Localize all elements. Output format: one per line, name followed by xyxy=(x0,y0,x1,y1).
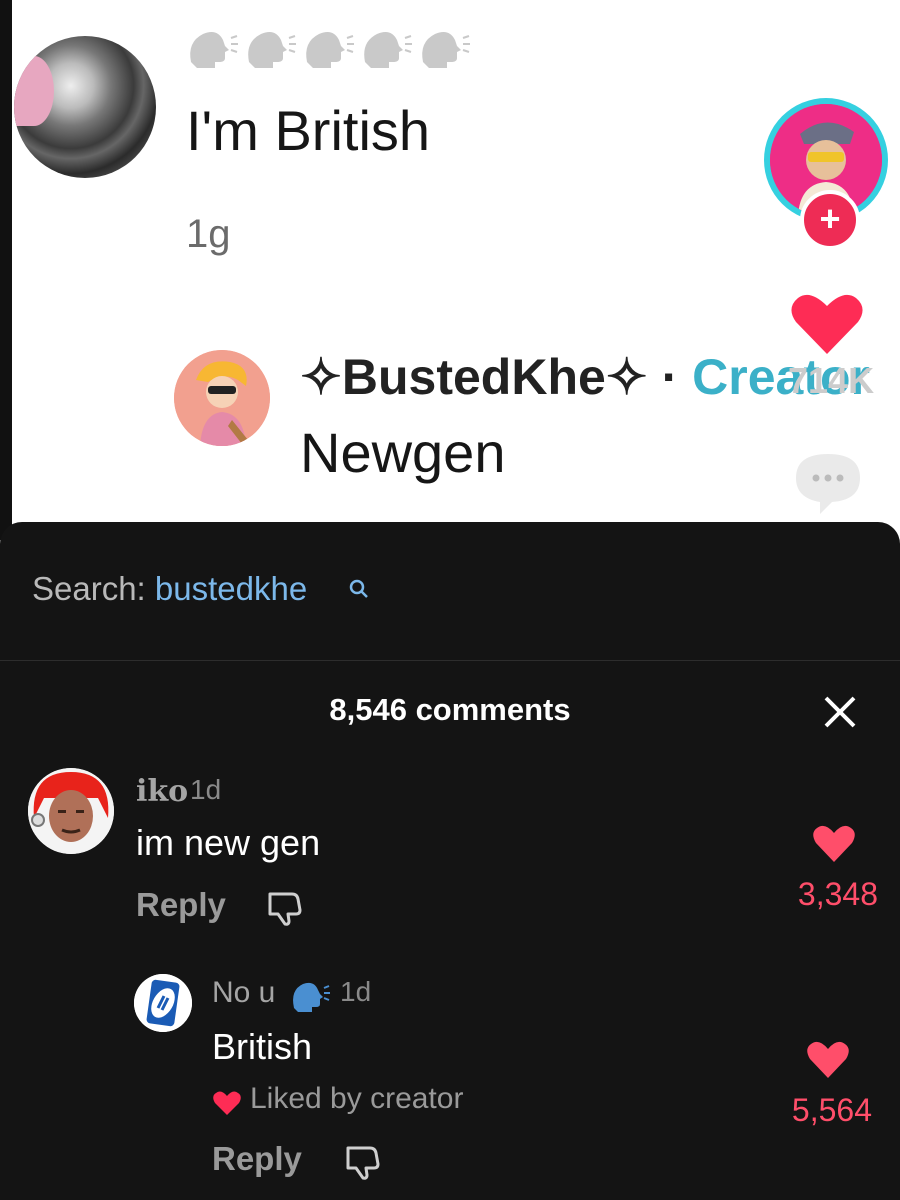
search-prefix: Search: xyxy=(32,570,155,607)
name-separator: · xyxy=(647,349,693,405)
dislike-icon[interactable] xyxy=(342,1142,382,1182)
close-icon[interactable] xyxy=(820,692,860,732)
speaking-head-emoji-row xyxy=(185,28,471,70)
search-icon[interactable] xyxy=(348,578,370,600)
reply-username[interactable]: No u xyxy=(212,976,275,1010)
creator-username[interactable]: ✧BustedKhe✧ xyxy=(300,349,648,405)
reply-text: British xyxy=(212,1026,313,1067)
comment-text: I'm British xyxy=(186,99,431,162)
speaking-head-icon xyxy=(364,32,412,68)
liked-by-creator-label: Liked by creator xyxy=(250,1082,464,1115)
creator-avatar-art xyxy=(174,350,270,446)
heart-icon xyxy=(213,1091,241,1115)
iko-avatar-art xyxy=(28,768,114,854)
speaking-head-icon xyxy=(293,982,330,1012)
comment-like-count: 3,348 xyxy=(797,876,878,912)
comment-time: 1d xyxy=(190,774,222,805)
avatar-pink-accent xyxy=(14,56,54,126)
uno-reverse-avatar-art xyxy=(134,974,192,1032)
video-like-count: 714K xyxy=(788,360,875,401)
heart-icon[interactable] xyxy=(812,824,856,864)
speaking-head-icon xyxy=(190,32,238,68)
panel-divider xyxy=(0,660,900,661)
speaking-head-icon xyxy=(248,32,296,68)
search-query[interactable]: bustedkhe xyxy=(155,570,307,607)
comment-username[interactable]: iko xyxy=(136,774,188,809)
heart-icon[interactable] xyxy=(790,292,864,356)
reply-button[interactable]: Reply xyxy=(136,886,226,924)
comment-time: 1g xyxy=(186,212,231,256)
speaking-head-icon xyxy=(422,32,470,68)
search-suggestion[interactable]: Search: bustedkhe xyxy=(32,570,307,608)
creator-avatar[interactable] xyxy=(174,350,270,446)
plus-icon: + xyxy=(819,198,841,239)
avatar[interactable] xyxy=(134,974,192,1032)
comment-bubble-icon[interactable] xyxy=(792,450,864,516)
comment-avatar-pearl[interactable] xyxy=(14,36,156,178)
video-left-edge xyxy=(0,0,12,540)
reply-time: 1d xyxy=(340,976,372,1007)
reply-like-count: 5,564 xyxy=(791,1092,872,1128)
speaking-head-icon xyxy=(306,32,354,68)
reply-button[interactable]: Reply xyxy=(212,1140,302,1178)
comments-count-title: 8,546 comments xyxy=(329,692,571,727)
creator-reply-text: Newgen xyxy=(300,421,506,484)
heart-icon[interactable] xyxy=(806,1040,850,1080)
video-area[interactable]: I'm British 1g ✧BustedKhe✧ · Creator New… xyxy=(0,0,900,540)
avatar[interactable] xyxy=(28,768,114,854)
follow-plus-button[interactable]: + xyxy=(800,190,860,250)
comment-text: im new gen xyxy=(136,822,321,863)
dislike-icon[interactable] xyxy=(264,888,304,928)
creator-reply-header: ✧BustedKhe✧ · Creator xyxy=(300,348,870,406)
